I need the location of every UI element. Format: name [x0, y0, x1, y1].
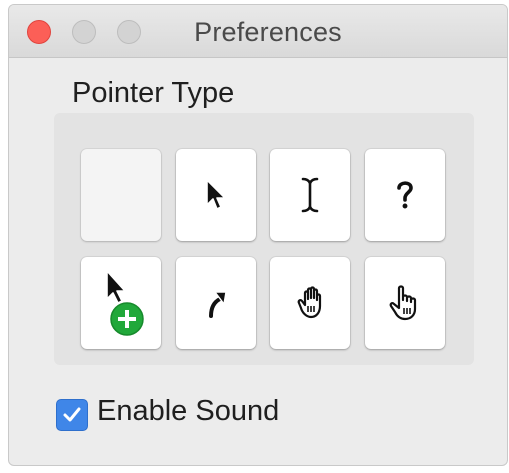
title-bar: Preferences [9, 5, 507, 58]
pointer-tile-open-hand[interactable] [270, 257, 350, 349]
pointer-tile-ibeam[interactable] [270, 149, 350, 241]
arrow-pointer-icon [206, 179, 226, 210]
pointer-tile-copy[interactable] [81, 257, 161, 349]
enable-sound-checkbox[interactable] [56, 399, 88, 431]
question-cursor-icon [395, 179, 415, 210]
pointer-tile-help[interactable] [365, 149, 445, 241]
alias-curved-arrow-icon [207, 291, 227, 320]
ibeam-cursor-icon [301, 177, 319, 213]
window-title: Preferences [194, 17, 342, 47]
pointer-tile-arrow[interactable] [176, 149, 256, 241]
pointer-type-heading: Pointer Type [72, 77, 235, 109]
enable-sound-label[interactable]: Enable Sound [97, 395, 279, 428]
pointer-type-panel [54, 113, 474, 365]
pointer-tile-pointing-hand[interactable] [365, 257, 445, 349]
copy-add-cursor-icon [106, 270, 144, 336]
pointer-tile-blank[interactable] [81, 149, 161, 241]
open-hand-cursor-icon [297, 286, 322, 319]
checkmark-icon [63, 407, 81, 422]
pointer-tile-alias[interactable] [176, 257, 256, 349]
pointing-hand-cursor-icon [389, 285, 417, 321]
preferences-window: Preferences Pointer Type Enable Sound [8, 4, 508, 466]
